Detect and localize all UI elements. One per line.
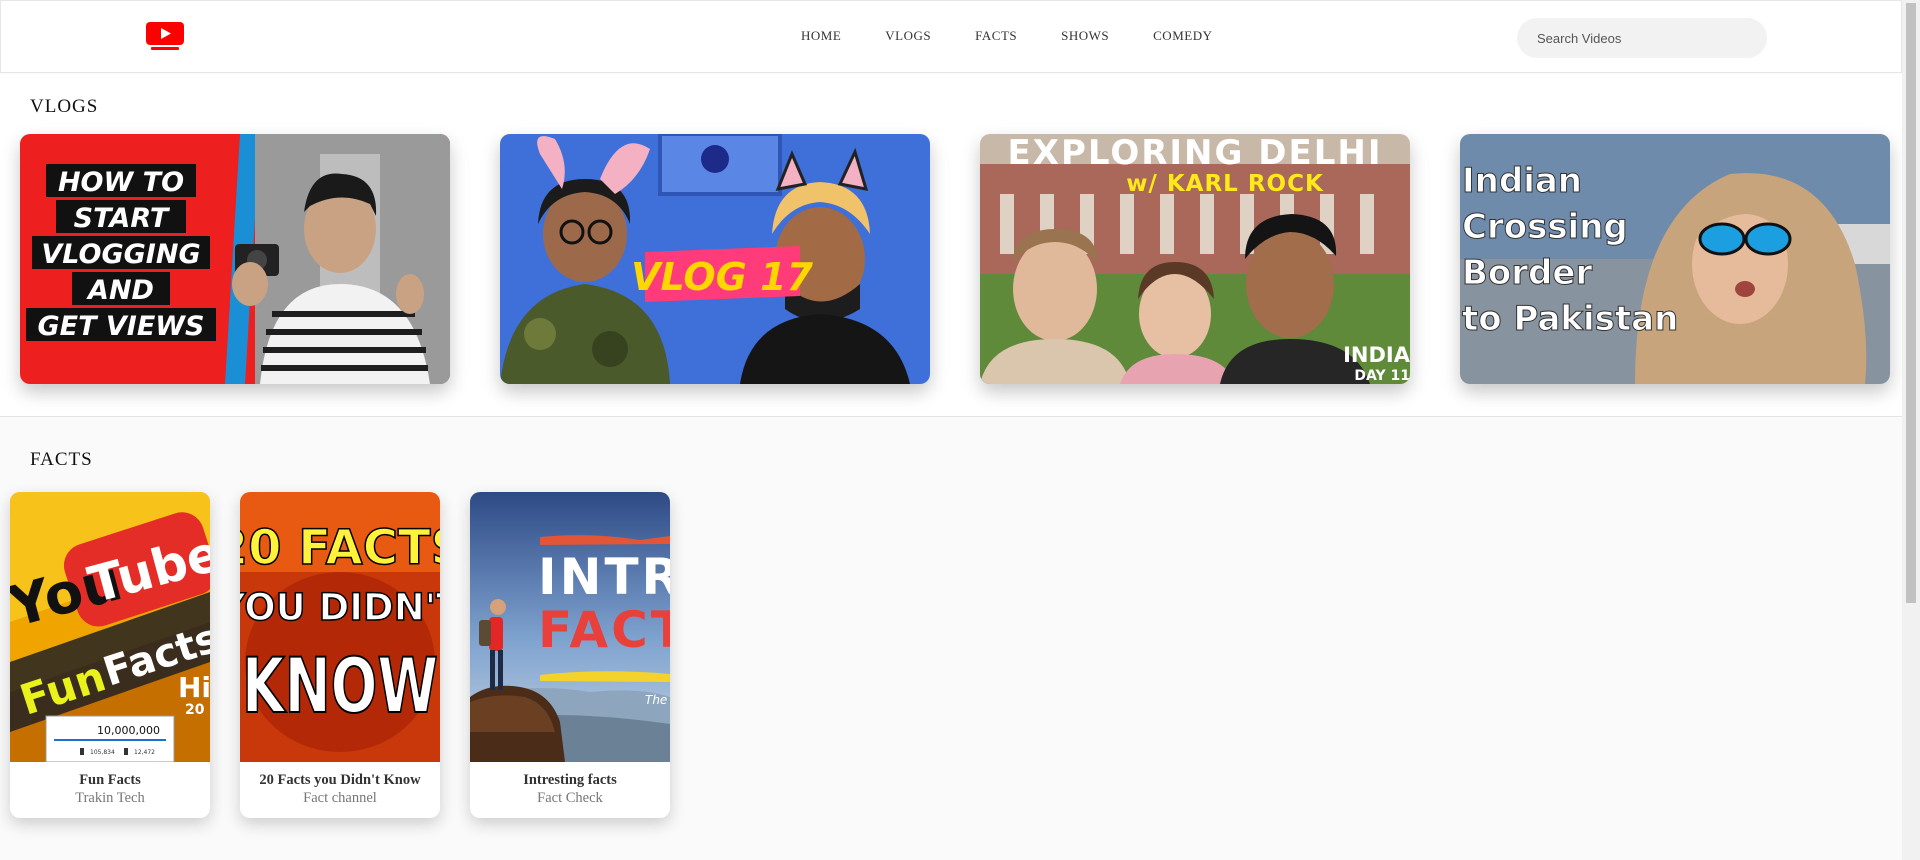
card-title: Fun Facts [79, 772, 141, 788]
card-channel: Fact channel [303, 790, 377, 806]
vlog4-line1: Indian [1462, 161, 1582, 201]
fact1-20: 20 [185, 702, 205, 718]
nav-home[interactable]: HOME [801, 28, 841, 48]
card-title: Intresting facts [523, 772, 617, 788]
vlog1-line5: GET VIEWS [37, 311, 204, 342]
fact1-hi: Hi [178, 671, 210, 704]
vlog1-line2: START [74, 203, 171, 234]
vlog-thumbnail[interactable]: HOW TO START VLOGGING AND GET VIEWS [20, 134, 450, 384]
thumbs-up-icon [80, 748, 84, 755]
thumbs-down-icon [124, 748, 128, 755]
vlog4-line3: Border [1462, 253, 1592, 293]
fact-card[interactable]: 20 FACTS YOU DIDN'T KNOW 20 Facts you Di… [240, 492, 440, 818]
fact-thumbnail: You Tube Fun Facts Hi 20 10,000,000 105,… [10, 492, 210, 762]
fact2-line1: 20 FACTS [240, 520, 440, 576]
fact1-counter: 10,000,000 [97, 724, 160, 737]
vlog1-line3: VLOGGING [41, 239, 200, 270]
search-input[interactable] [1517, 18, 1767, 58]
vlog1-line4: AND [86, 275, 154, 306]
vlog2-label: VLOG 17 [631, 255, 813, 299]
vlog4-line4: to Pakistan [1462, 299, 1678, 339]
card-channel: Fact Check [537, 790, 603, 806]
vlog3-subtitle: w/ KARL ROCK [1126, 171, 1324, 197]
fact-thumbnail: INTRE FACT The [470, 492, 670, 762]
fact1-dislikes: 12,472 [134, 749, 155, 756]
main-nav: HOME VLOGS FACTS SHOWS COMEDY [781, 28, 1212, 48]
section-title-vlogs: VLOGS [30, 96, 99, 117]
fact1-likes: 105,834 [90, 749, 115, 756]
fact3-line2: FACT [538, 601, 670, 659]
vlog3-badge-day: DAY 11 [1354, 368, 1410, 384]
nav-vlogs[interactable]: VLOGS [885, 28, 931, 48]
fact3-signature: The [645, 693, 667, 707]
vlog-thumbnail[interactable]: VLOG 17 [500, 134, 930, 384]
nav-facts[interactable]: FACTS [975, 28, 1017, 48]
fact3-line1: INTRE [538, 548, 670, 606]
vlog4-line2: Crossing [1462, 207, 1628, 247]
vlog3-badge-india: INDIA [1343, 343, 1410, 367]
fact-card[interactable]: INTRE FACT The Intresting facts Fact Che… [470, 492, 670, 818]
nav-comedy[interactable]: COMEDY [1153, 28, 1212, 48]
card-channel: Trakin Tech [75, 790, 145, 806]
page-scrollbar[interactable] [1902, 0, 1920, 860]
fact2-line2: YOU DIDN'T [240, 586, 440, 629]
fact-card[interactable]: You Tube Fun Facts Hi 20 10,000,000 105,… [10, 492, 210, 818]
fact2-line3: KNOW [242, 641, 438, 730]
vlog1-line1: HOW TO [58, 167, 184, 198]
youtube-logo-icon[interactable] [146, 22, 186, 52]
top-header: HOME VLOGS FACTS SHOWS COMEDY [0, 0, 1902, 73]
nav-shows[interactable]: SHOWS [1061, 28, 1109, 48]
vlog3-title: EXPLORING DELHI [1008, 134, 1383, 173]
scrollbar-thumb[interactable] [1906, 3, 1916, 603]
card-title: 20 Facts you Didn't Know [259, 772, 421, 788]
section-title-facts: FACTS [30, 449, 93, 470]
vlog-thumbnail[interactable]: EXPLORING DELHI w/ KARL ROCK INDIA DAY 1… [980, 134, 1410, 384]
fact-thumbnail: 20 FACTS YOU DIDN'T KNOW [240, 492, 440, 762]
vlog-thumbnail[interactable]: Indian Crossing Border to Pakistan [1460, 134, 1890, 384]
